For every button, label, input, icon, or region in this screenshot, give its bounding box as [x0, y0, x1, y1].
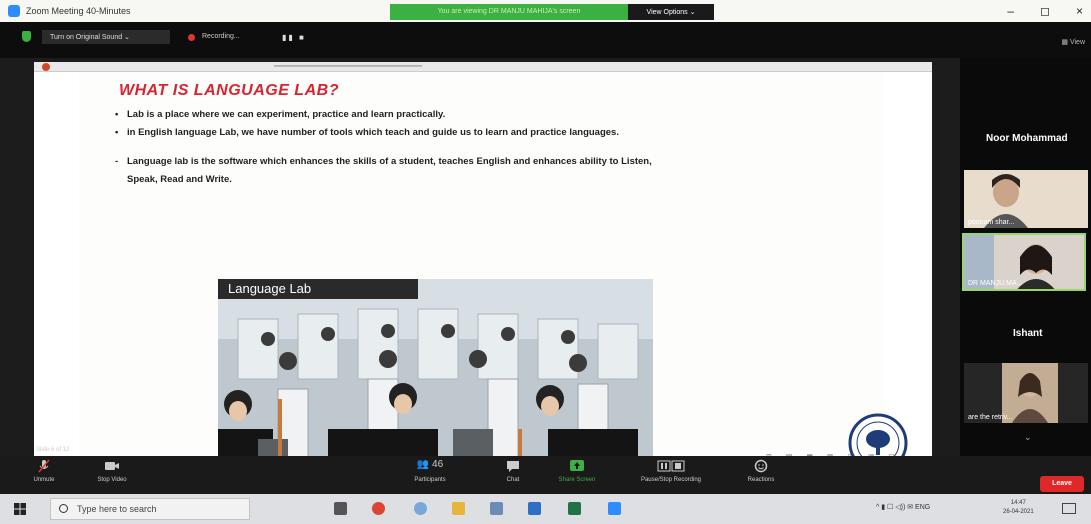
- scroll-down-chevron-icon[interactable]: ⌄: [1024, 432, 1032, 443]
- close-button[interactable]: ×: [1076, 4, 1083, 18]
- word-icon[interactable]: [528, 502, 541, 515]
- windows-taskbar: Type here to search ^ ▮ ☐ ◁)) ✉ ENG 14:4…: [0, 494, 1091, 524]
- reactions-smiley-icon: [754, 459, 768, 473]
- presentation-path-text: ━━━━━━━━━━━━━━━━━━━━━━━━━━━━━━━━━━━━━━━━…: [274, 64, 423, 70]
- slide-count: Slide 6 of 12: [36, 447, 70, 453]
- security-shield-icon[interactable]: [22, 31, 31, 42]
- participant-name: Noor Mohammad: [986, 133, 1068, 144]
- browser-icon[interactable]: [414, 502, 427, 515]
- slide-bullet-continuation: Speak, Read and Write.: [127, 174, 232, 185]
- slide: WHAT IS LANGUAGE LAB? • Lab is a place wh…: [79, 72, 908, 506]
- meeting-controls-bar: Unmute Stop Video 👥 46 Participants Chat…: [0, 456, 1091, 494]
- participant-video-name: are the retriv...: [968, 414, 1013, 421]
- windows-start-icon[interactable]: [14, 503, 26, 515]
- slide-bullet: • Lab is a place where we can experiment,…: [115, 109, 446, 120]
- task-view-icon[interactable]: [334, 502, 347, 515]
- maximize-button[interactable]: ◻: [1040, 4, 1050, 18]
- minimize-button[interactable]: –: [1007, 4, 1014, 18]
- participant-video-name: DR MANJU MA...: [968, 280, 1023, 287]
- photo-caption: Language Lab: [218, 279, 418, 299]
- participant-video-name: poonam shar...: [968, 219, 1015, 226]
- unmute-button[interactable]: Unmute: [26, 459, 62, 483]
- system-tray[interactable]: ^ ▮ ☐ ◁)) ✉ ENG: [876, 503, 930, 511]
- participant-video-active-speaker[interactable]: DR MANJU MA...: [962, 233, 1086, 291]
- reactions-button[interactable]: Reactions: [738, 459, 784, 483]
- zoom-desktop: { "window": { "title": "Zoom Meeting 40-…: [0, 0, 1091, 524]
- window-controls: – ◻ ×: [1007, 4, 1083, 18]
- share-screen-icon: [570, 460, 584, 471]
- view-button[interactable]: ▦ View: [1061, 38, 1085, 46]
- recording-label: Recording...: [202, 33, 240, 40]
- slide-bullet: - Language lab is the software which enha…: [115, 156, 652, 167]
- powerpoint-icon: [42, 63, 50, 71]
- microphone-muted-icon: [38, 459, 50, 473]
- window-title: Zoom Meeting 40-Minutes: [26, 6, 131, 16]
- slide-title: WHAT IS LANGUAGE LAB?: [119, 82, 339, 99]
- share-banner: You are viewing DR MANJU MAHIJA's screen…: [390, 4, 714, 20]
- taskbar-search-input[interactable]: Type here to search: [50, 498, 250, 520]
- notification-center-icon[interactable]: [1062, 503, 1076, 514]
- zoom-logo-icon: [8, 5, 20, 17]
- original-sound-button[interactable]: Turn on Original Sound ⌄: [42, 30, 170, 44]
- recording-pause-stop-buttons[interactable]: ▮▮ ■: [282, 33, 306, 42]
- chat-button[interactable]: Chat: [498, 459, 528, 483]
- video-camera-icon: [105, 462, 119, 470]
- participant-name: Ishant: [1013, 328, 1043, 339]
- chat-bubble-icon: [507, 461, 519, 472]
- excel-icon[interactable]: [568, 502, 581, 515]
- participants-icon: 👥 46: [416, 459, 444, 470]
- pause-stop-icon: [657, 460, 685, 472]
- share-banner-text: You are viewing DR MANJU MAHIJA's screen: [390, 4, 628, 20]
- zoom-taskbar-icon[interactable]: [608, 502, 621, 515]
- share-screen-button[interactable]: Share Screen: [552, 459, 602, 483]
- leave-meeting-button[interactable]: Leave: [1040, 476, 1084, 492]
- calculator-icon[interactable]: [490, 502, 503, 515]
- search-icon: [59, 504, 68, 513]
- slide-bullet: • in English language Lab, we have number…: [115, 127, 619, 138]
- view-options-button[interactable]: View Options ⌄: [628, 4, 714, 20]
- participant-video[interactable]: poonam shar...: [964, 170, 1088, 228]
- file-explorer-icon[interactable]: [452, 502, 465, 515]
- pause-stop-recording-button[interactable]: Pause/Stop Recording: [626, 459, 716, 483]
- meeting-top-bar: Turn on Original Sound ⌄ Recording... ▮▮…: [0, 22, 1091, 58]
- participant-video[interactable]: are the retriv...: [964, 363, 1088, 423]
- chrome-icon[interactable]: [372, 502, 385, 515]
- presentation-window: ━━━━━━━━━━━━━━━━━━━━━━━━━━━━━━━━━━━━━━━━…: [34, 62, 932, 506]
- presentation-title-bar: ━━━━━━━━━━━━━━━━━━━━━━━━━━━━━━━━━━━━━━━━…: [34, 62, 932, 72]
- taskbar-clock[interactable]: 14:47 26-04-2021: [1003, 499, 1034, 517]
- stop-video-button[interactable]: Stop Video: [88, 459, 136, 483]
- recording-dot-icon: [188, 34, 195, 41]
- participants-button[interactable]: 👥 46 Participants: [402, 459, 458, 483]
